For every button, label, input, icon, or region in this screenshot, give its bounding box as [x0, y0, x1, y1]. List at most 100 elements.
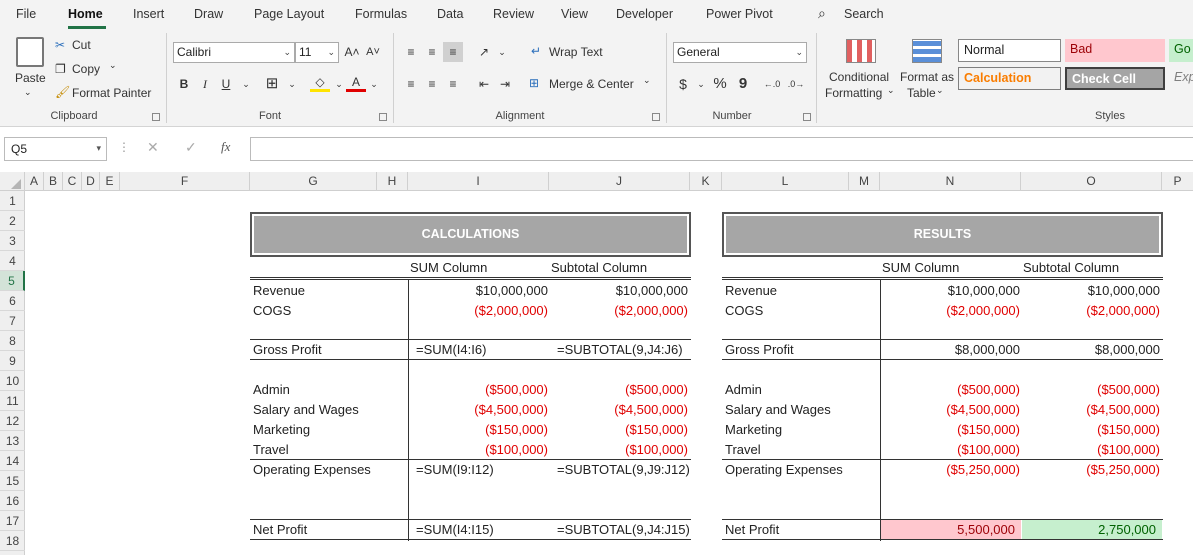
column-header[interactable]: E	[100, 172, 120, 191]
row-header[interactable]: 17	[0, 511, 25, 531]
font-name-combo[interactable]: Calibri ⌄	[173, 42, 295, 63]
row-header[interactable]: 11	[0, 391, 25, 411]
formula-input[interactable]	[250, 137, 1193, 161]
fill-color-icon[interactable]: ◇	[310, 74, 330, 92]
tab-data[interactable]: Data	[437, 7, 463, 21]
column-header[interactable]: K	[690, 172, 722, 191]
column-header[interactable]: L	[722, 172, 849, 191]
cancel-icon[interactable]: ✕	[147, 139, 159, 156]
merge-center-button[interactable]: Merge & Center	[549, 77, 634, 91]
font-size-combo[interactable]: 11 ⌄	[295, 42, 339, 63]
dialog-launcher-icon[interactable]	[803, 113, 811, 121]
tab-power-pivot[interactable]: Power Pivot	[706, 7, 773, 21]
column-header[interactable]: F	[120, 172, 250, 191]
underline-button[interactable]: U	[216, 74, 236, 94]
format-as-table-button[interactable]: Format as	[900, 70, 954, 84]
row-header[interactable]: 8	[0, 331, 25, 351]
column-header[interactable]: J	[549, 172, 690, 191]
column-header[interactable]: B	[44, 172, 63, 191]
search-box[interactable]: ⌕ Search	[812, 4, 952, 25]
style-normal[interactable]: Normal	[958, 39, 1061, 62]
column-header[interactable]: H	[377, 172, 408, 191]
column-header[interactable]: C	[63, 172, 82, 191]
align-center-icon[interactable]: ≡	[422, 74, 442, 94]
tab-developer[interactable]: Developer	[616, 7, 673, 21]
increase-indent-icon[interactable]: ⇥	[495, 74, 515, 94]
column-header[interactable]: A	[25, 172, 44, 191]
style-bad[interactable]: Bad	[1065, 39, 1165, 62]
format-painter-button[interactable]: Format Painter	[72, 86, 151, 100]
italic-button[interactable]: I	[195, 74, 215, 94]
tab-file[interactable]: File	[16, 7, 36, 21]
row-header[interactable]: 2	[0, 211, 25, 231]
align-bottom-icon[interactable]: ≡	[443, 42, 463, 62]
copy-button[interactable]: Copy	[72, 62, 100, 76]
column-header[interactable]: P	[1162, 172, 1193, 191]
row-header[interactable]: 13	[0, 431, 25, 451]
select-all-button[interactable]	[0, 172, 25, 191]
dialog-launcher-icon[interactable]	[379, 113, 387, 121]
column-header[interactable]: O	[1021, 172, 1162, 191]
conditional-formatting-button-line2[interactable]: Formatting	[825, 86, 882, 100]
style-calculation[interactable]: Calculation	[958, 67, 1061, 90]
tab-formulas[interactable]: Formulas	[355, 7, 407, 21]
increase-font-icon[interactable]: A˄	[342, 42, 362, 62]
percent-button[interactable]: %	[710, 74, 730, 94]
tab-view[interactable]: View	[561, 7, 588, 21]
currency-button[interactable]: $	[673, 74, 693, 94]
chevron-down-icon[interactable]: ⌄	[936, 85, 944, 96]
column-header[interactable]: G	[250, 172, 377, 191]
decrease-decimal-icon[interactable]: .0→	[786, 74, 806, 94]
row-header[interactable]: 16	[0, 491, 25, 511]
chevron-down-icon[interactable]: ⌄	[643, 75, 651, 86]
chevron-down-icon[interactable]: ⌄	[492, 42, 512, 62]
chevron-down-icon[interactable]: ⌄	[887, 85, 895, 96]
tab-page-layout[interactable]: Page Layout	[254, 7, 324, 21]
style-explanatory[interactable]: Exp	[1169, 67, 1193, 90]
style-check-cell[interactable]: Check Cell	[1065, 67, 1165, 90]
row-header[interactable]: 5	[0, 271, 25, 291]
chevron-down-icon[interactable]: ⌄	[24, 87, 32, 98]
column-header[interactable]: M	[849, 172, 880, 191]
column-header[interactable]: I	[408, 172, 549, 191]
number-format-combo[interactable]: General ⌄	[673, 42, 807, 63]
chevron-down-icon[interactable]: ⌄	[691, 74, 711, 94]
decrease-indent-icon[interactable]: ⇤	[474, 74, 494, 94]
font-color-icon[interactable]: A	[346, 74, 366, 92]
bold-button[interactable]: B	[174, 74, 194, 94]
column-header[interactable]: D	[82, 172, 100, 191]
row-header[interactable]: 7	[0, 311, 25, 331]
style-good[interactable]: Go	[1169, 39, 1193, 62]
paste-button[interactable]: Paste	[15, 71, 46, 85]
decrease-font-icon[interactable]: A˅	[363, 42, 383, 62]
row-header[interactable]: 4	[0, 251, 25, 271]
insert-function-icon[interactable]: fx	[221, 139, 230, 155]
row-header[interactable]: 3	[0, 231, 25, 251]
dialog-launcher-icon[interactable]	[652, 113, 660, 121]
chevron-down-icon[interactable]: ⌄	[364, 74, 384, 94]
row-header[interactable]: 10	[0, 371, 25, 391]
format-as-table-button-line2[interactable]: Table	[907, 86, 936, 100]
row-header[interactable]: 1	[0, 191, 25, 211]
tab-insert[interactable]: Insert	[133, 7, 164, 21]
enter-icon[interactable]: ✓	[185, 139, 197, 156]
row-header[interactable]: 12	[0, 411, 25, 431]
align-left-icon[interactable]: ≡	[401, 74, 421, 94]
row-header[interactable]: 6	[0, 291, 25, 311]
align-middle-icon[interactable]: ≡	[422, 42, 442, 62]
column-header[interactable]: N	[880, 172, 1021, 191]
chevron-down-icon[interactable]: ⌄	[236, 74, 256, 94]
row-header[interactable]: 18	[0, 531, 25, 551]
chevron-down-icon[interactable]: ⌄	[109, 60, 117, 71]
chevron-down-icon[interactable]: ⌄	[282, 74, 302, 94]
row-header[interactable]: 9	[0, 351, 25, 371]
conditional-formatting-icon[interactable]	[846, 39, 876, 63]
comma-button[interactable]: 9	[733, 74, 753, 94]
row-header[interactable]: 15	[0, 471, 25, 491]
increase-decimal-icon[interactable]: ←.0	[762, 74, 782, 94]
conditional-formatting-button[interactable]: Conditional	[829, 70, 889, 84]
name-box[interactable]: Q5 ▾	[4, 137, 107, 161]
align-right-icon[interactable]: ≡	[443, 74, 463, 94]
cut-button[interactable]: Cut	[72, 38, 91, 52]
border-icon[interactable]: ⊞	[262, 74, 282, 94]
